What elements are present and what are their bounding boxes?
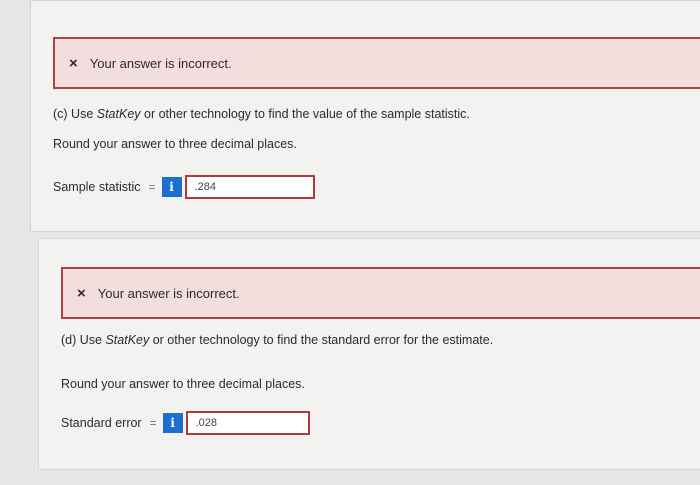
question-panel-d: × Your answer is incorrect. (d) Use Stat…	[38, 238, 700, 470]
equals-sign: =	[149, 416, 157, 430]
question-panel-c: × Your answer is incorrect. (c) Use Stat…	[30, 0, 700, 232]
incorrect-x-icon: ×	[77, 284, 86, 302]
tool-name: StatKey	[105, 333, 150, 347]
feedback-message: Your answer is incorrect.	[89, 55, 232, 71]
question-text: (d) Use StatKey or other technology to f…	[61, 333, 494, 347]
question-text: (c) Use StatKey or other technology to f…	[53, 107, 470, 121]
sample-statistic-input[interactable]: .284	[184, 175, 315, 199]
rounding-instruction: Round your answer to three decimal place…	[61, 377, 305, 391]
incorrect-feedback-banner: × Your answer is incorrect.	[61, 267, 700, 319]
info-icon[interactable]: i	[162, 413, 183, 433]
rounding-instruction: Round your answer to three decimal place…	[53, 137, 297, 151]
tool-name: StatKey	[96, 107, 141, 121]
info-icon[interactable]: i	[161, 177, 182, 197]
incorrect-x-icon: ×	[69, 54, 78, 72]
answer-row: Sample statistic = i .284	[53, 175, 315, 199]
answer-row: Standard error = i .028	[61, 411, 310, 435]
answer-label: Sample statistic	[53, 180, 141, 194]
standard-error-input[interactable]: .028	[185, 411, 310, 435]
feedback-message: Your answer is incorrect.	[97, 285, 240, 301]
incorrect-feedback-banner: × Your answer is incorrect.	[53, 37, 700, 89]
answer-label: Standard error	[61, 416, 142, 430]
equals-sign: =	[148, 180, 156, 194]
